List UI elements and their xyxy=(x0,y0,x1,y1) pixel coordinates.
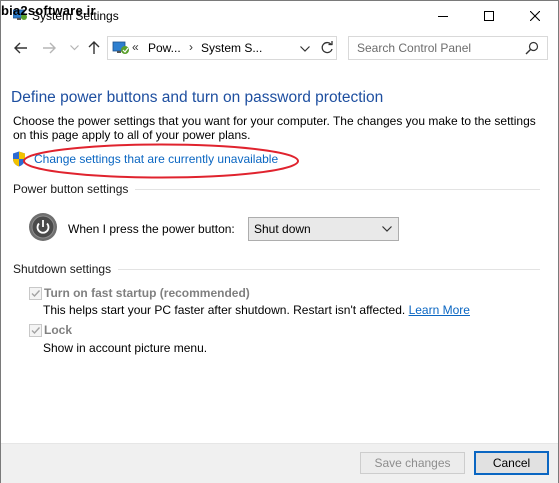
dialog-footer: Save changes Cancel xyxy=(1,443,558,483)
chevron-down-icon xyxy=(382,226,392,232)
lock-label: Lock xyxy=(44,323,73,337)
main-content: Define power buttons and turn on passwor… xyxy=(1,63,558,443)
control-panel-icon xyxy=(112,41,129,54)
maximize-icon xyxy=(484,11,494,21)
breadcrumb-item[interactable]: Pow... xyxy=(148,41,181,55)
change-settings-link[interactable]: Change settings that are currently unava… xyxy=(34,152,278,166)
chevron-down-icon xyxy=(69,45,79,51)
power-button-action-value: Shut down xyxy=(254,222,311,236)
maximize-button[interactable] xyxy=(466,1,512,31)
address-bar[interactable]: « Pow... › System S... xyxy=(107,36,337,60)
page-title: Define power buttons and turn on passwor… xyxy=(11,89,384,106)
breadcrumb-item[interactable]: System S... xyxy=(201,41,262,55)
arrow-left-icon xyxy=(14,42,27,54)
section-divider xyxy=(135,189,540,190)
checkmark-icon xyxy=(31,327,41,335)
close-icon xyxy=(530,11,540,21)
cancel-button[interactable]: Cancel xyxy=(474,451,549,475)
fast-startup-description-text: This helps start your PC faster after sh… xyxy=(43,303,406,317)
minimize-button[interactable] xyxy=(420,1,466,31)
breadcrumb-separator[interactable]: › xyxy=(189,40,193,54)
uac-shield-icon xyxy=(13,151,25,167)
fast-startup-checkbox[interactable] xyxy=(29,287,42,300)
minimize-icon xyxy=(438,16,448,17)
section-label-power-buttons: Power button settings xyxy=(13,182,129,196)
section-label-shutdown: Shutdown settings xyxy=(13,262,112,276)
power-button-label: When I press the power button: xyxy=(68,222,235,236)
arrow-right-icon xyxy=(43,42,56,54)
close-button[interactable] xyxy=(512,1,558,31)
forward-button[interactable] xyxy=(41,40,57,56)
arrow-up-icon xyxy=(88,41,100,54)
fast-startup-label: Turn on fast startup (recommended) xyxy=(44,286,250,300)
checkmark-icon xyxy=(31,290,41,298)
chevron-down-icon[interactable] xyxy=(300,46,310,52)
power-button-action-select[interactable]: Shut down xyxy=(248,217,399,241)
title-bar[interactable]: System Settings bia2software.ir xyxy=(1,1,558,31)
search-icon[interactable] xyxy=(525,41,539,55)
lock-description: Show in account picture menu. xyxy=(43,341,208,355)
lock-checkbox[interactable] xyxy=(29,324,42,337)
back-button[interactable] xyxy=(13,40,29,56)
watermark-text: bia2software.ir xyxy=(1,3,96,18)
power-button-icon xyxy=(29,213,57,241)
search-input[interactable]: Search Control Panel xyxy=(357,41,471,55)
learn-more-link[interactable]: Learn More xyxy=(409,303,470,317)
search-box[interactable]: Search Control Panel xyxy=(348,36,548,60)
navigation-bar: « Pow... › System S... Search Control Pa… xyxy=(1,34,558,62)
recent-locations-button[interactable] xyxy=(66,40,82,56)
breadcrumb-overflow[interactable]: « xyxy=(132,40,139,54)
save-changes-button[interactable]: Save changes xyxy=(360,452,465,474)
fast-startup-description: This helps start your PC faster after sh… xyxy=(43,303,470,317)
page-description: Choose the power settings that you want … xyxy=(13,114,536,142)
section-divider xyxy=(118,269,540,270)
up-button[interactable] xyxy=(86,40,102,56)
settings-window: System Settings bia2software.ir « Pow...… xyxy=(0,0,559,483)
refresh-icon[interactable] xyxy=(319,40,335,56)
